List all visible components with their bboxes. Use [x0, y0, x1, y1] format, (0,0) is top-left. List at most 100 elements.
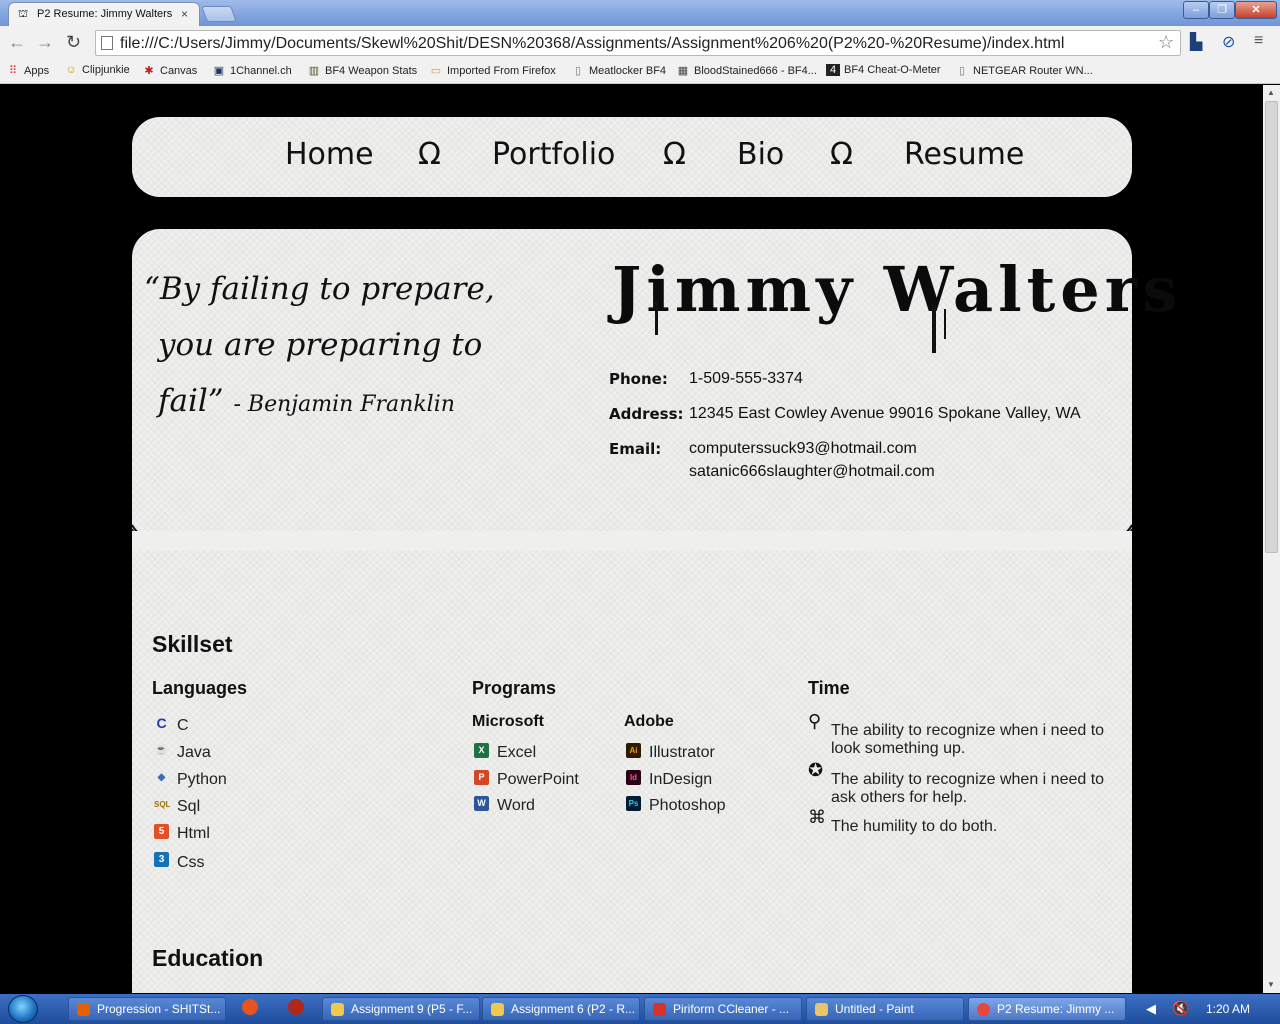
bookmark-canvas[interactable]: ✱ Canvas: [142, 64, 197, 77]
chrome-icon: [977, 1003, 990, 1016]
maximize-button[interactable]: ❐: [1209, 1, 1235, 19]
bookmark-clipjunkie[interactable]: ☺ Clipjunkie: [64, 64, 129, 76]
c-icon: C: [156, 715, 167, 731]
chart-icon: ▥: [308, 65, 320, 77]
lifebuoy-icon: ✪: [808, 760, 824, 780]
taskbar-item-progression[interactable]: Progression - SHITSt...: [68, 997, 226, 1021]
block-icon[interactable]: ⊘: [1222, 32, 1235, 52]
name-logo: Jimmy Walters: [612, 253, 1183, 326]
page-icon: [101, 36, 113, 50]
excel-icon: X: [474, 743, 489, 758]
program-illustrator: Illustrator: [649, 744, 715, 761]
folder-icon: ▭: [430, 65, 442, 77]
program-powerpoint: PowerPoint: [497, 771, 579, 788]
language-java: Java: [177, 744, 211, 761]
tab-resume[interactable]: ⛫ P2 Resume: Jimmy Walters ×: [8, 2, 200, 26]
back-arrow-icon[interactable]: ←: [8, 32, 26, 53]
language-python: Python: [177, 771, 227, 788]
extension-icon[interactable]: ▙: [1190, 32, 1202, 52]
forward-arrow-icon[interactable]: →: [36, 32, 54, 53]
address-value: 12345 East Cowley Avenue 99016 Spokane V…: [689, 405, 1081, 422]
site-nav: Home Ω Portfolio Ω Bio Ω Resume: [132, 117, 1132, 197]
quote-line-1: “By failing to prepare,: [144, 271, 495, 307]
canvas-icon: ✱: [144, 65, 154, 77]
system-clock[interactable]: 1:20 AM: [1206, 1002, 1250, 1016]
phone-value: 1-509-555-3374: [689, 370, 803, 387]
address-bar[interactable]: file:///C:/Users/Jimmy/Documents/Skewl%2…: [95, 30, 1181, 56]
email-value-1[interactable]: computerssuck93@hotmail.com: [689, 440, 917, 458]
education-title: Education: [152, 945, 264, 971]
languages-title: Languages: [152, 678, 248, 698]
scrollbar-thumb[interactable]: [1265, 101, 1278, 553]
quote-line-3: fail” - Benjamin Franklin: [158, 383, 455, 419]
divider-band: [132, 531, 1132, 551]
page-icon: ▯: [574, 65, 582, 77]
language-sql: Sql: [177, 798, 201, 815]
tab-close-icon[interactable]: ×: [181, 7, 188, 21]
ink-drip-decoration: [932, 305, 936, 353]
html5-icon: 5: [154, 824, 169, 839]
taskbar-item-assignment-9[interactable]: Assignment 9 (P5 - F...: [322, 997, 480, 1021]
phone-label: Phone:: [609, 370, 668, 388]
browser-titlebar: ⛫ P2 Resume: Jimmy Walters × ‒ ❐ ✕: [0, 0, 1280, 26]
bookmark-netgear[interactable]: ▯ NETGEAR Router WN...: [955, 64, 1093, 77]
start-button[interactable]: [8, 995, 38, 1023]
app-icon[interactable]: [242, 999, 258, 1015]
folder-icon: [491, 1003, 504, 1016]
nav-separator: Ω: [830, 137, 853, 172]
paint-icon: [815, 1003, 828, 1016]
bookmark-bf4-weapon-stats[interactable]: ▥ BF4 Weapon Stats: [307, 64, 417, 77]
quote-line-2: you are preparing to: [158, 327, 483, 363]
bookmark-meatlocker[interactable]: ▯ Meatlocker BF4: [571, 64, 666, 77]
menu-icon[interactable]: ≡: [1254, 32, 1263, 50]
bookmark-1channel[interactable]: ▣ 1Channel.ch: [212, 64, 292, 77]
page-scrollbar[interactable]: ▲ ▼: [1263, 85, 1280, 993]
resume-body: Skillset Languages C C ☕ Java ◆ Python S…: [132, 551, 1132, 993]
new-tab-button[interactable]: [201, 6, 237, 22]
bookmark-bloodstained[interactable]: ▦ BloodStained666 - BF4...: [676, 64, 817, 77]
bookmark-cheat-o-meter[interactable]: 4 BF4 Cheat-O-Meter: [826, 64, 941, 76]
scroll-down-icon[interactable]: ▼: [1267, 980, 1275, 989]
nav-portfolio[interactable]: Portfolio: [492, 137, 615, 172]
nav-home[interactable]: Home: [285, 137, 374, 172]
firefox-icon: [77, 1003, 90, 1016]
bookmark-imported-from-firefox[interactable]: ▭ Imported From Firefox: [429, 64, 556, 77]
bookmark-star-icon[interactable]: ☆: [1158, 32, 1174, 53]
program-word: Word: [497, 797, 535, 814]
taskbar-item-chrome[interactable]: P2 Resume: Jimmy ...: [968, 997, 1126, 1021]
taskbar-item-assignment-6[interactable]: Assignment 6 (P2 - R...: [482, 997, 640, 1021]
bookmark-apps[interactable]: ⠿ Apps: [6, 64, 49, 77]
python-icon: ◆: [157, 772, 166, 783]
nav-resume[interactable]: Resume: [904, 137, 1024, 172]
ink-drip-decoration: [944, 309, 946, 339]
word-icon: W: [474, 796, 489, 811]
smiley-icon: ☺: [65, 64, 77, 76]
email-value-2[interactable]: satanic666slaughter@hotmail.com: [689, 463, 935, 481]
microsoft-title: Microsoft: [472, 713, 544, 730]
search-icon: ⚲: [808, 711, 822, 731]
volume-muted-icon[interactable]: 🔇: [1172, 1000, 1189, 1017]
close-window-button[interactable]: ✕: [1235, 1, 1277, 19]
firefox-icon[interactable]: [288, 999, 304, 1015]
taskbar-item-paint[interactable]: Untitled - Paint: [806, 997, 964, 1021]
programs-title: Programs: [472, 678, 557, 698]
scroll-up-icon[interactable]: ▲: [1267, 88, 1275, 97]
url-text: file:///C:/Users/Jimmy/Documents/Skewl%2…: [120, 35, 1065, 52]
command-icon: ⌘: [808, 807, 826, 827]
tab-title: P2 Resume: Jimmy Walters: [37, 8, 173, 20]
powerpoint-icon: P: [474, 770, 489, 785]
taskbar-item-ccleaner[interactable]: Piriform CCleaner - ...: [644, 997, 802, 1021]
tray-expand-icon[interactable]: ◀: [1146, 1001, 1156, 1017]
resume-header: “By failing to prepare, you are preparin…: [132, 229, 1177, 554]
illustrator-icon: Ai: [626, 743, 641, 758]
nav-bio[interactable]: Bio: [737, 137, 784, 172]
ccleaner-icon: [653, 1003, 666, 1016]
program-excel: Excel: [497, 744, 537, 761]
address-label: Address:: [609, 405, 684, 423]
tv-icon: ▣: [213, 65, 225, 77]
program-indesign: InDesign: [649, 771, 713, 788]
minimize-button[interactable]: ‒: [1183, 1, 1209, 19]
reload-icon[interactable]: ↻: [66, 32, 81, 53]
language-c: C: [177, 717, 189, 734]
browser-toolbar: ← → ↻ file:///C:/Users/Jimmy/Documents/S…: [0, 26, 1280, 60]
